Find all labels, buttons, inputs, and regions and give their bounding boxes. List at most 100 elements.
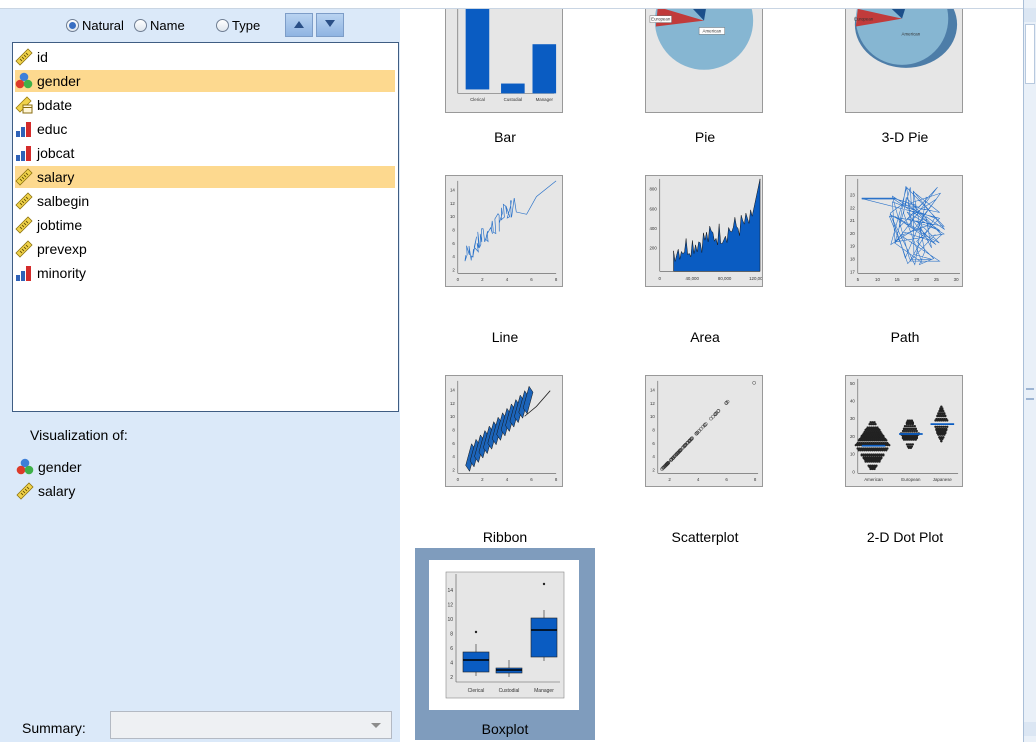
y-tick-label: 8	[652, 427, 655, 432]
sort-descending-button[interactable]	[316, 13, 344, 37]
chart-type-line[interactable]: 2 4 6 8 10 12 14 0 2 4 6 8 Line	[415, 159, 595, 351]
x-tick-label: 0	[659, 276, 662, 281]
variable-item-bdate[interactable]: bdate	[15, 94, 395, 116]
variable-list[interactable]: id gender bdate educ jobcat salary salbegin job…	[12, 42, 399, 412]
line-series	[464, 180, 557, 262]
variable-item-jobcat[interactable]: jobcat	[15, 142, 395, 164]
gallery-scrollbar[interactable]	[1023, 0, 1036, 742]
summary-dropdown[interactable]	[110, 711, 392, 739]
dot-mark	[914, 437, 917, 440]
dot-mark	[942, 409, 945, 413]
variable-item-salary[interactable]: salary	[15, 166, 395, 188]
y-tick-label: 0	[852, 469, 855, 474]
y-tick-label: 20	[850, 231, 855, 236]
x-tick-label: 0	[457, 477, 460, 482]
x-tick-label: 2	[481, 477, 484, 482]
visualization-item-name: salary	[38, 483, 76, 499]
dot-mark	[881, 433, 884, 437]
y-tick-label: 400	[649, 226, 657, 231]
y-tick-label: 2	[452, 267, 455, 272]
variable-name: gender	[37, 73, 81, 89]
dot-category-label: European	[901, 477, 921, 482]
chart-thumbnail: 200 400 600 800 0 40,000 80,000 120,000	[645, 175, 766, 287]
dot-category-label: Japanese	[933, 477, 953, 482]
chart-thumbnail: 2 4 6 8 10 12 14 0 2 4 6 8	[445, 175, 563, 287]
box-mark	[530, 617, 558, 658]
triangle-down-icon	[325, 20, 335, 27]
chart-type-path[interactable]: 17 18 19 20 21 22 23 5 10 15 20 25 30 Path	[815, 159, 995, 351]
chart-type-2-d-dot-plot[interactable]: American European Japanese 0 10 20 30 40 50 2-D D…	[815, 359, 995, 551]
chart-type-area[interactable]: 200 400 600 800 0 40,000 80,000 120,000 Area	[615, 159, 795, 351]
y-tick-label: 8	[452, 427, 455, 432]
y-tick-label: 10	[450, 414, 455, 419]
y-tick-label: 2	[652, 467, 655, 472]
variable-name: jobtime	[37, 217, 83, 233]
dot-mark	[941, 437, 944, 441]
chart-type-label: 3-D Pie	[881, 129, 929, 145]
dot-mark	[888, 443, 891, 447]
nominal-measure-icon	[16, 458, 34, 476]
x-tick-label: 4	[506, 477, 509, 482]
scale-ruler-icon	[15, 216, 33, 234]
chart-type-label: Line	[491, 329, 519, 345]
variable-item-jobtime[interactable]: jobtime	[15, 214, 395, 236]
bar-mark	[501, 83, 525, 94]
scale-ruler-icon	[15, 192, 33, 210]
bar-mark	[532, 44, 557, 94]
sort-name-radio[interactable]: Name	[134, 18, 185, 33]
variable-item-minority[interactable]: minority	[15, 262, 395, 284]
y-tick-label: 17	[850, 269, 855, 274]
chart-thumbnail: 2 4 6 8 10 12 14 0 2 4 6 8	[445, 375, 563, 487]
chart-type-label: Path	[890, 329, 920, 345]
variable-item-id[interactable]: id	[15, 46, 395, 68]
x-tick-label: 120,000	[749, 276, 762, 281]
triangle-up-icon	[294, 21, 304, 28]
y-tick-label: 10	[450, 214, 455, 219]
scatter-point	[752, 381, 756, 385]
bar-category-label: Custodial	[504, 97, 522, 102]
dot-category-label: American	[864, 477, 883, 482]
dot-mark	[878, 460, 881, 463]
pie-slice-label: American	[703, 28, 722, 33]
sort-natural-label: Natural	[82, 18, 124, 33]
chart-type-ribbon[interactable]: 2 4 6 8 10 12 14 0 2 4 6 8 Ribbon	[415, 359, 595, 551]
variable-item-salbegin[interactable]: salbegin	[15, 190, 395, 212]
sort-type-label: Type	[232, 18, 261, 33]
x-tick-label: 80,000	[718, 276, 732, 281]
y-tick-label: 8	[450, 632, 453, 638]
variable-name: minority	[37, 265, 87, 281]
scatter-point	[694, 431, 699, 436]
top-edge	[0, 0, 1036, 9]
scale-ruler-icon	[16, 482, 34, 500]
variable-item-educ[interactable]: educ	[15, 118, 395, 140]
chart-type-scatterplot[interactable]: 2 4 6 8 10 12 14 2 4 6 8 Scatterplot	[615, 359, 795, 551]
chart-type-boxplot[interactable]: Clerical Custodial Manager 2 4 6 8 10 12 14 Boxplo…	[415, 548, 595, 740]
scroll-down-arrow-icon[interactable]	[1024, 722, 1036, 736]
x-tick-label: 30	[954, 277, 959, 282]
sort-ascending-button[interactable]	[285, 13, 313, 37]
x-tick-label: 40,000	[685, 276, 699, 281]
chevron-down-icon	[371, 723, 381, 728]
box-category-label: Custodial	[499, 688, 520, 694]
thumbnail-svg: 2 4 6 8 10 12 14 2 4 6 8	[650, 380, 759, 482]
chart-thumbnail: 17 18 19 20 21 22 23 5 10 15 20 25 30	[845, 175, 963, 287]
thumbnail-svg: 24681012140 2 4 6 8	[450, 180, 558, 282]
dot-mark	[911, 421, 915, 424]
area-series	[673, 178, 761, 272]
sort-type-radio[interactable]: Type	[216, 18, 260, 33]
y-tick-label: 200	[649, 246, 657, 251]
y-tick-label: 19	[850, 244, 855, 249]
nominal-measure-icon	[15, 72, 33, 90]
ordinal-measure-icon	[15, 144, 33, 162]
y-tick-label: 40	[850, 398, 855, 403]
dot-mark	[946, 419, 949, 422]
y-tick-label: 10	[447, 617, 453, 623]
y-tick-label: 10	[650, 414, 655, 419]
variable-item-gender[interactable]: gender	[15, 70, 395, 92]
scroll-thumb[interactable]	[1025, 24, 1035, 84]
box-outlier	[474, 630, 478, 634]
scroll-up-arrow-icon[interactable]	[1024, 8, 1036, 22]
sort-natural-radio[interactable]: Natural	[66, 18, 124, 33]
variable-item-prevexp[interactable]: prevexp	[15, 238, 395, 260]
y-tick-label: 14	[447, 588, 453, 594]
